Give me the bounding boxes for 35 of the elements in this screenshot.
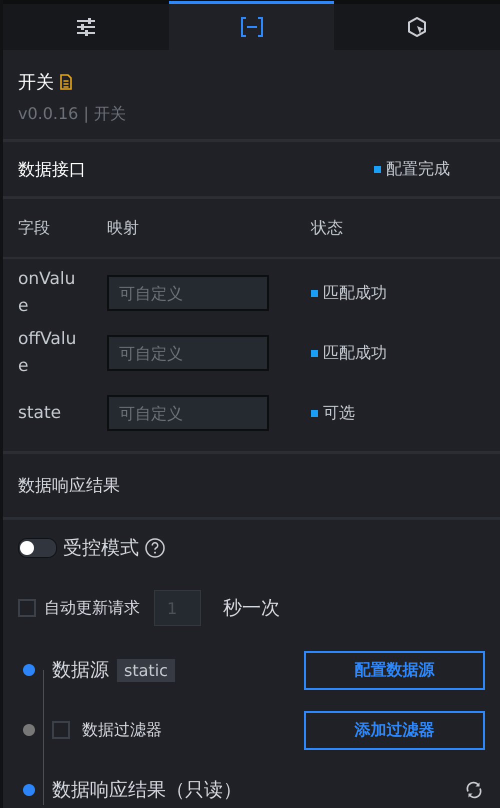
version-text: v0.0.16 | 开关 (18, 104, 127, 125)
checkbox[interactable] (18, 599, 36, 617)
step-label: 数据源 (52, 658, 109, 683)
brackets-icon (240, 17, 264, 37)
step-label: 数据过滤器 (82, 720, 162, 740)
status-text: 可选 (323, 402, 355, 424)
step-label: 数据响应结果（只读） (52, 778, 242, 803)
tab[interactable] (168, 1, 334, 50)
status-text: 配置完成 (386, 158, 450, 180)
section-title: 数据接口 (18, 158, 86, 180)
status-text: 匹配成功 (323, 282, 387, 304)
field-name: offValue (18, 328, 78, 378)
help-icon[interactable] (145, 538, 165, 558)
mapping-input[interactable]: 可自定义 (107, 275, 269, 311)
section-title: 数据响应结果 (18, 475, 120, 497)
column-header: 映射 (107, 218, 140, 238)
configure-source-button[interactable]: 配置数据源 (304, 650, 485, 690)
checkbox[interactable] (52, 721, 70, 739)
mapping-input[interactable]: 可自定义 (107, 335, 269, 371)
toggle-label: 受控模式 (63, 536, 139, 561)
status-text: 匹配成功 (323, 342, 387, 364)
add-filter-button[interactable]: 添加过滤器 (304, 710, 485, 750)
sliders-icon (76, 18, 96, 36)
source-tag: static (117, 658, 175, 682)
unit-text: 秒一次 (223, 596, 280, 621)
mapping-input[interactable]: 可自定义 (107, 395, 269, 431)
toggle-switch[interactable] (18, 538, 57, 558)
field-name: state (18, 402, 62, 424)
document-icon (60, 74, 72, 90)
component-title: 开关 (18, 71, 54, 94)
column-header: 字段 (18, 218, 51, 238)
refresh-icon[interactable] (465, 781, 483, 799)
cursor-hexagon-icon (407, 17, 428, 37)
checkbox-label: 自动更新请求 (44, 598, 140, 618)
column-header: 状态 (311, 218, 343, 238)
